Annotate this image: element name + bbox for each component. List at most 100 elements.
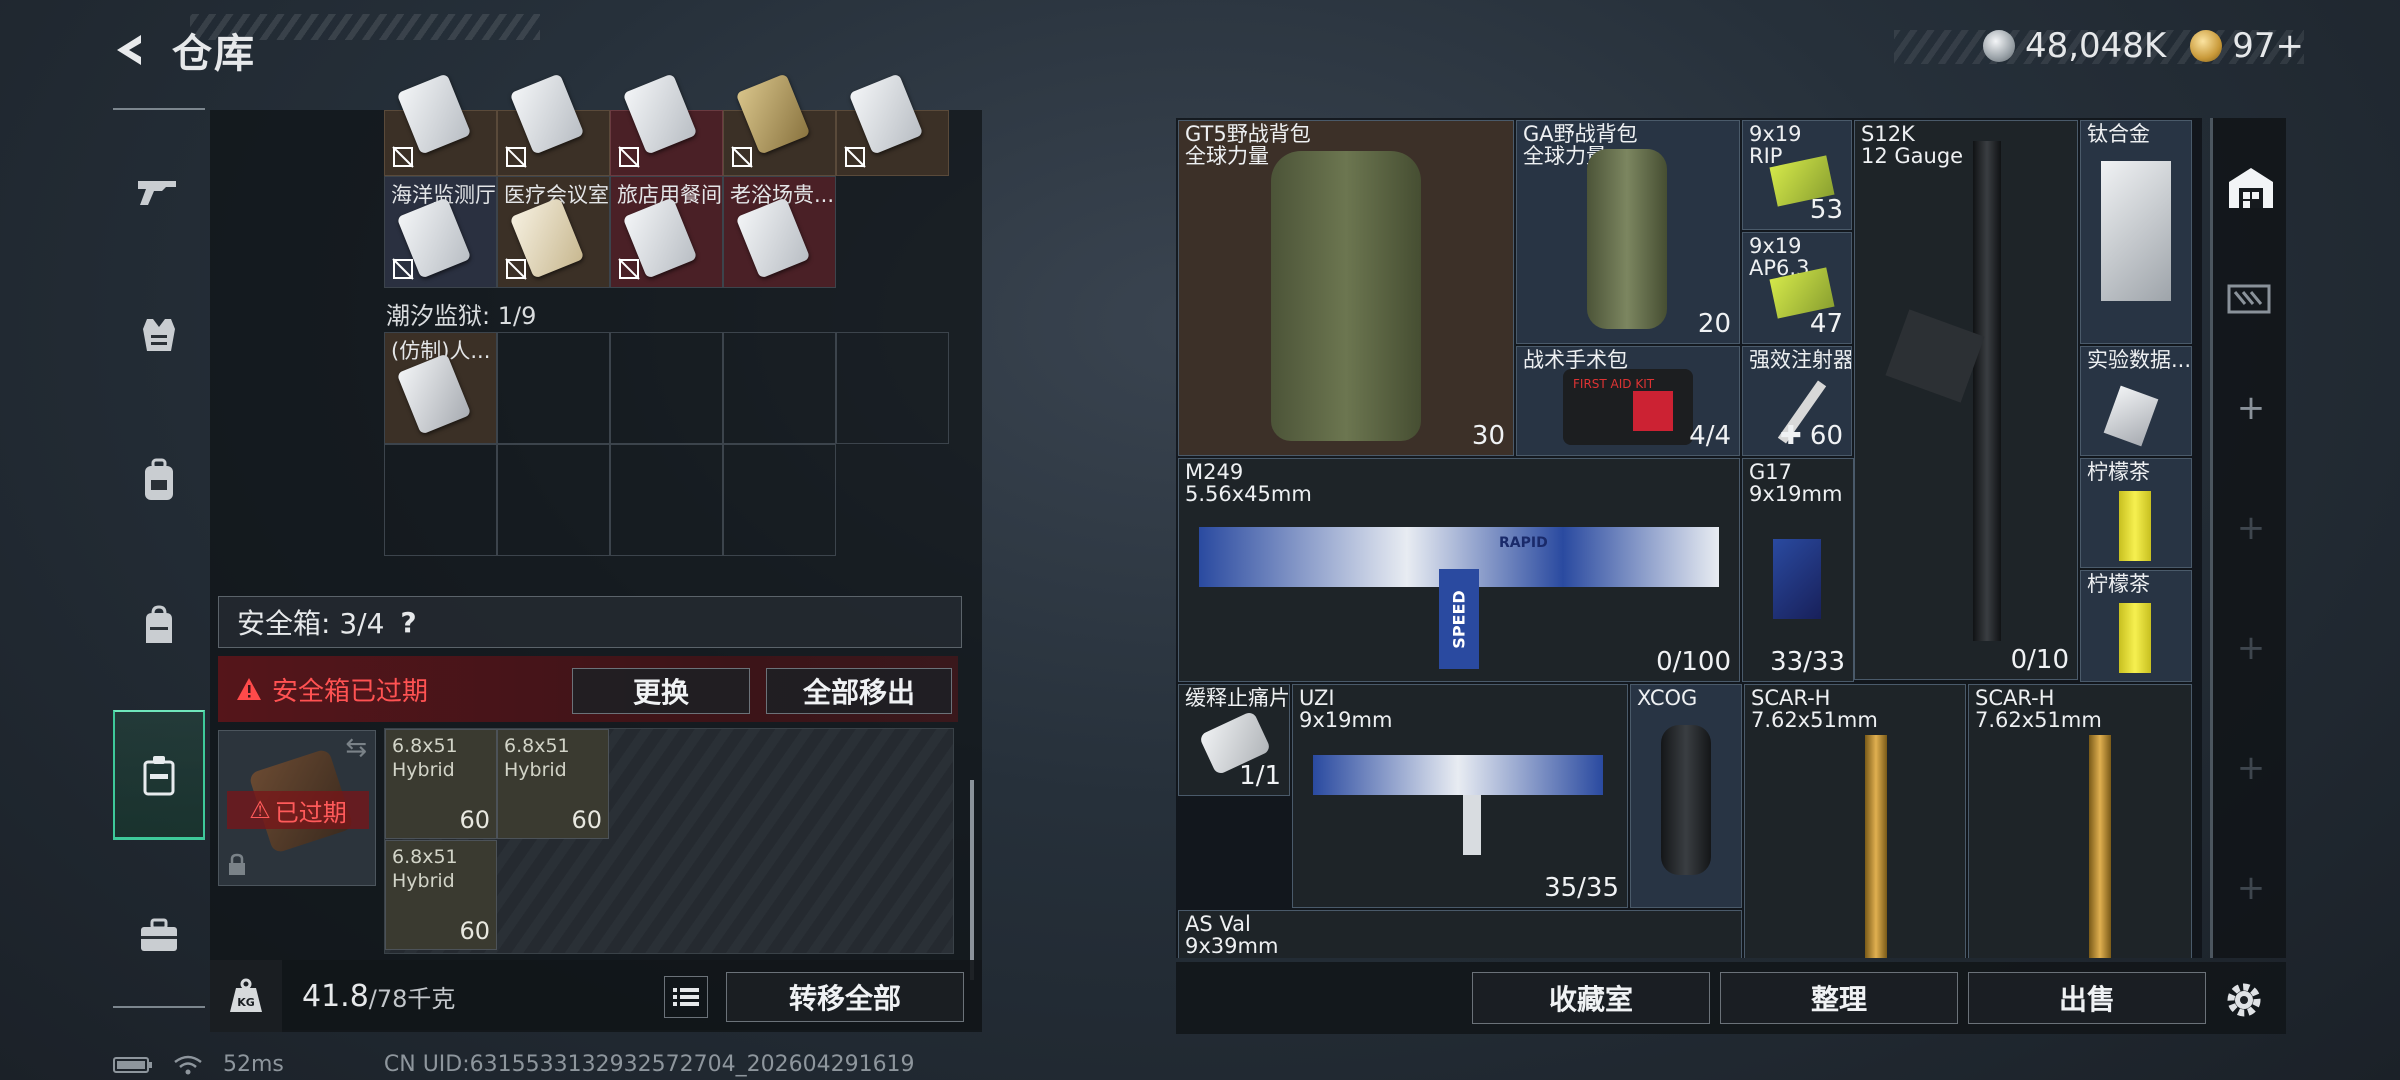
sidebar-item-armor[interactable] [113, 270, 205, 400]
uzi-magazine-icon [1463, 795, 1481, 855]
item-slot-surgery-kit[interactable]: 战术手术包 FIRST AID KIT 4/4 [1516, 346, 1740, 456]
settings-button[interactable] [2220, 976, 2268, 1024]
help-icon[interactable]: ? [400, 606, 416, 639]
keycard-slot[interactable] [610, 73, 723, 176]
keycard-slot[interactable] [836, 73, 949, 176]
item-slot-injector[interactable]: 强效注射器 ✚ 60 [1742, 346, 1852, 456]
ammo-slot[interactable]: 6.8x51 Hybrid 60 [497, 729, 609, 839]
sidebar-item-toolbox[interactable] [113, 870, 205, 1000]
ping-text: 52ms [223, 1052, 284, 1077]
sidebar-item-safebox[interactable] [113, 710, 205, 840]
ammo-slot[interactable]: 6.8x51 Hybrid 60 [385, 729, 497, 839]
keycard-slot[interactable] [384, 73, 497, 176]
gun-icon [138, 181, 176, 205]
item-slot-ammo-ap[interactable]: 9x19 AP6.3 47 [1742, 232, 1852, 344]
titanium-icon [2101, 161, 2171, 301]
weight-icon: KG [210, 960, 282, 1032]
item-name: 钛合金 [2087, 122, 2150, 146]
item-slot-painkiller[interactable]: 缓释止痛片 1/1 [1178, 684, 1290, 796]
add-tab-button[interactable]: + [2213, 838, 2289, 938]
back-button[interactable] [110, 30, 150, 70]
keycard-slot[interactable]: 老浴场贵... [723, 176, 836, 288]
item-slot-g17[interactable]: G17 9x19mm 33/33 [1742, 458, 1854, 682]
item-name: UZI 9x19mm [1299, 686, 1393, 732]
keycard-slot[interactable]: 旅店用餐间 [610, 176, 723, 288]
item-count: 47 [1809, 309, 1843, 339]
no-trade-icon [392, 258, 414, 280]
keycard-icon [622, 73, 698, 155]
add-tab-button[interactable]: + [2213, 478, 2289, 578]
item-name: SCAR-H 7.62x51mm [1975, 686, 2102, 732]
item-slot-m249[interactable]: M249 5.56x45mm RAPID SPEED 0/100 [1178, 458, 1740, 682]
keycard-icon [396, 353, 472, 435]
container-icon [2227, 284, 2271, 314]
sell-button[interactable]: 出售 [1968, 972, 2206, 1024]
no-trade-icon [505, 258, 527, 280]
ammo-slot[interactable]: 6.8x51 Hybrid 60 [385, 840, 497, 950]
silver-coin-icon [1982, 30, 2015, 62]
filter-all[interactable] [2213, 138, 2289, 238]
item-slot-experiment-data[interactable]: 实验数据... [2080, 346, 2192, 456]
safebox-slot[interactable]: ⚠ 已过期 ⇆ [218, 730, 376, 886]
backpack-icon [1271, 151, 1421, 441]
item-name: 9x19 RIP [1749, 122, 1802, 168]
currency-gold-value[interactable]: 97+ [2232, 26, 2304, 66]
empty-slot[interactable] [384, 444, 497, 556]
uid-text: CN UID:6315533132932572704_202604291619 [383, 1052, 915, 1077]
item-slot-s12k[interactable]: S12K 12 Gauge 0/10 [1854, 120, 2078, 680]
keycard-slot[interactable]: (仿制)人... [384, 332, 497, 444]
empty-slot[interactable] [723, 332, 836, 444]
add-tab-button[interactable]: + [2213, 718, 2289, 818]
plus-icon: + [2236, 748, 2266, 788]
empty-slot[interactable] [723, 444, 836, 556]
empty-slot[interactable] [610, 444, 723, 556]
item-slot-as-val[interactable]: AS Val 9x39mm [1178, 910, 1742, 958]
sidebar-item-backpack[interactable] [113, 415, 205, 545]
item-slot-uzi[interactable]: UZI 9x19mm 35/35 [1292, 684, 1628, 908]
scrollbar-thumb[interactable] [970, 780, 974, 980]
item-name: 强效注射器 [1749, 348, 1852, 372]
item-slot-xcog[interactable]: XCOG [1630, 684, 1742, 908]
drink-can-icon [2119, 603, 2151, 673]
safebox-icon [143, 755, 175, 795]
keycard-slot[interactable] [723, 73, 836, 176]
item-slot-backpack-ga[interactable]: GA野战背包 全球力量 20 [1516, 120, 1740, 344]
replace-button[interactable]: 更换 [572, 668, 750, 714]
ammo-count: 60 [459, 806, 490, 834]
item-slot-ammo-rip[interactable]: 9x19 RIP 53 [1742, 120, 1852, 230]
empty-slot[interactable] [497, 332, 610, 444]
rifle-icon [1865, 735, 1887, 958]
item-name: G17 9x19mm [1749, 460, 1843, 506]
m249-tag: RAPID [1499, 535, 1548, 551]
filter-containers[interactable] [2213, 248, 2289, 348]
empty-slot[interactable] [497, 444, 610, 556]
item-heal: ✚ 60 [1779, 421, 1843, 451]
swap-icon[interactable]: ⇆ [345, 733, 367, 763]
sidebar-item-weapons[interactable] [113, 126, 205, 256]
item-slot-lemon-tea[interactable]: 柠檬茶 [2080, 570, 2192, 682]
list-view-button[interactable] [664, 976, 708, 1018]
organize-button[interactable]: 整理 [1720, 972, 1958, 1024]
item-slot-backpack-gt5[interactable]: GT5野战背包 全球力量 30 [1178, 120, 1514, 456]
item-slot-lemon-tea[interactable]: 柠檬茶 [2080, 458, 2192, 568]
add-tab-button[interactable]: + [2213, 358, 2289, 458]
remove-all-button[interactable]: 全部移出 [766, 668, 952, 714]
keycard-slot[interactable]: 海洋监测厅 [384, 176, 497, 288]
keycard-slot[interactable] [497, 73, 610, 176]
item-slot-scar-h[interactable]: SCAR-H 7.62x51mm [1968, 684, 2192, 958]
add-tab-button[interactable]: + [2213, 598, 2289, 698]
section-title-prison: 潮汐监狱: 1/9 [386, 302, 537, 330]
cross-icon [1633, 391, 1673, 431]
collection-room-button[interactable]: 收藏室 [1472, 972, 1710, 1024]
empty-slot[interactable] [836, 332, 949, 444]
keycard-slot[interactable]: 医疗会议室 [497, 176, 610, 288]
plus-icon: + [2236, 388, 2266, 428]
safebox-header: 安全箱: 3/4 ? [218, 596, 962, 648]
back-arrow-icon [117, 35, 141, 65]
empty-slot[interactable] [610, 332, 723, 444]
item-slot-titanium[interactable]: 钛合金 [2080, 120, 2192, 344]
gear-icon [2227, 983, 2261, 1017]
item-slot-scar-h[interactable]: SCAR-H 7.62x51mm [1744, 684, 1966, 958]
transfer-all-button[interactable]: 转移全部 [726, 972, 964, 1022]
sidebar-item-bag[interactable] [113, 560, 205, 690]
